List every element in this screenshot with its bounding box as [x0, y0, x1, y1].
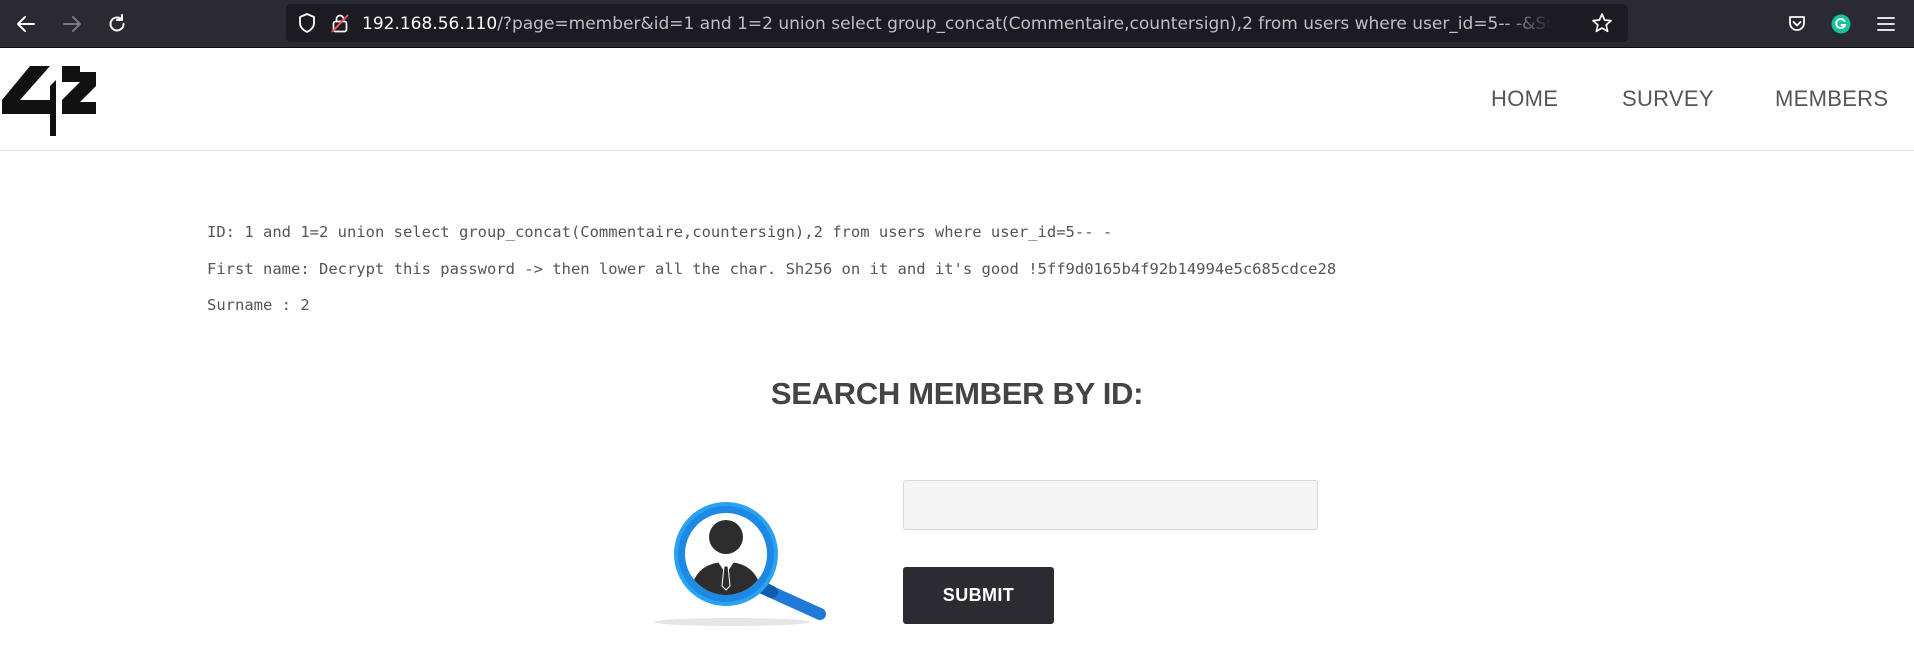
url-path: /?page=member&id=1 and 1=2 union select … — [497, 14, 1552, 34]
url-fade — [1502, 10, 1552, 36]
member-search-illustration — [640, 490, 840, 630]
site-header: HOME SURVEY MEMBERS — [0, 48, 1914, 151]
reload-icon — [109, 14, 125, 32]
result-id-line: ID: 1 and 1=2 union select group_concat(… — [207, 223, 1113, 241]
bookmark-star-icon[interactable] — [1590, 12, 1614, 34]
tracking-shield-icon[interactable] — [294, 12, 320, 34]
member-id-input[interactable] — [903, 480, 1318, 530]
result-surname-line: Surname : 2 — [207, 296, 310, 314]
nav-survey[interactable]: SURVEY — [1622, 84, 1714, 114]
nav-members[interactable]: MEMBERS — [1775, 84, 1888, 114]
reload-button[interactable] — [103, 10, 131, 38]
result-first-name-line: First name: Decrypt this password -> the… — [207, 260, 1337, 278]
submit-button[interactable]: SUBMIT — [903, 567, 1054, 624]
pocket-icon[interactable] — [1785, 12, 1809, 36]
hamburger-menu-icon[interactable] — [1874, 12, 1898, 36]
url-host: 192.168.56.110 — [362, 14, 498, 34]
url-text: 192.168.56.110/?page=member&id=1 and 1=2… — [362, 13, 1552, 35]
nav-home[interactable]: HOME — [1491, 84, 1558, 114]
back-button[interactable] — [12, 10, 40, 38]
address-bar[interactable]: 192.168.56.110/?page=member&id=1 and 1=2… — [286, 4, 1628, 42]
insecure-lock-icon[interactable] — [328, 12, 352, 34]
forward-button[interactable] — [58, 10, 86, 38]
search-title: SEARCH MEMBER BY ID: — [770, 376, 1144, 411]
logo-42[interactable] — [0, 66, 96, 136]
back-arrow-icon — [17, 16, 35, 32]
grammarly-extension-icon[interactable] — [1829, 12, 1853, 36]
magnifier-user-icon — [654, 502, 826, 626]
forward-arrow-icon — [63, 16, 81, 32]
browser-toolbar: 192.168.56.110/?page=member&id=1 and 1=2… — [0, 0, 1914, 48]
